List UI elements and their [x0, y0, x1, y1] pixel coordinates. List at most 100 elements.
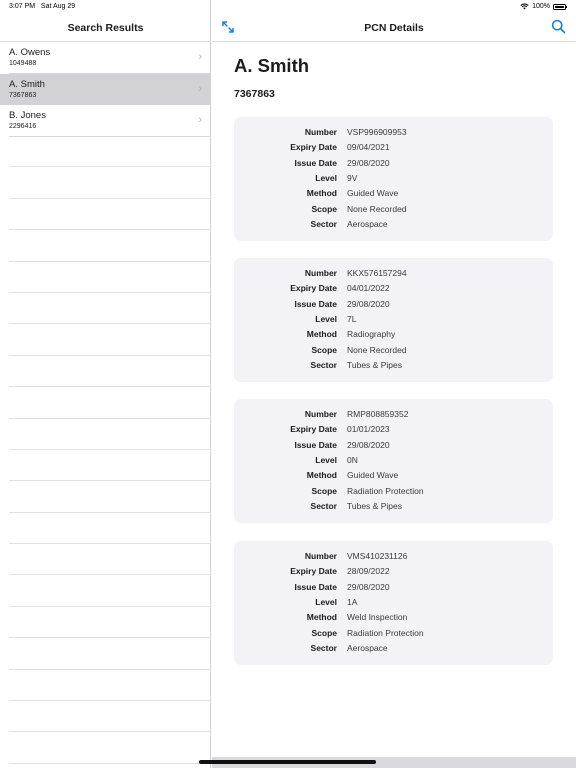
battery-percent: 100%: [532, 3, 550, 10]
list-separator: [9, 450, 211, 482]
field-scope: Scope Radiation Protection: [234, 628, 553, 642]
field-value: Weld Inspection: [347, 612, 408, 623]
field-label: Level: [315, 454, 337, 465]
field-scope: Scope None Recorded: [234, 345, 553, 359]
search-icon[interactable]: [551, 19, 566, 34]
status-time-date: 3:07 PM Sat Aug 29: [9, 3, 76, 10]
certificate-card: Number RMP808859352 Expiry Date 01/01/2023…: [234, 399, 553, 523]
chevron-right-icon: ›: [198, 82, 202, 95]
list-separator: [9, 167, 211, 199]
field-value: Aerospace: [347, 642, 388, 653]
field-value: VSP996909953: [347, 127, 407, 137]
field-label: Expiry Date: [290, 566, 337, 577]
field-label: Method: [306, 612, 337, 623]
field-value: Radiography: [347, 329, 396, 340]
field-sector: Sector Aerospace: [234, 643, 553, 657]
field-value: Radiation Protection: [347, 485, 424, 496]
list-separator: [9, 356, 211, 388]
field-value: 1A: [347, 596, 358, 607]
field-scope: Scope None Recorded: [234, 204, 553, 218]
field-value: VMS410231126: [347, 551, 408, 561]
field-label: Number: [304, 409, 337, 419]
search-results-list: A. Owens 1049488 › A. Smith 7367863 › B.…: [0, 42, 211, 137]
field-method: Method Guided Wave: [234, 470, 553, 484]
list-separator: [9, 419, 211, 450]
field-label: Scope: [311, 344, 337, 355]
field-level: Level 9V: [234, 173, 553, 187]
detail-title: PCN Details: [364, 22, 424, 34]
field-value: RMP808859352: [347, 409, 409, 419]
result-row-owens[interactable]: A. Owens 1049488 ›: [9, 42, 211, 74]
list-separator: [9, 638, 211, 670]
field-label: Sector: [310, 642, 337, 653]
field-value: KKX576157294: [347, 268, 407, 278]
field-method: Method Weld Inspection: [234, 612, 553, 626]
field-label: Method: [306, 470, 337, 481]
list-separator: [9, 544, 211, 576]
list-separator: [9, 513, 211, 545]
field-number: Number KKX576157294: [234, 268, 553, 282]
field-label: Issue Date: [294, 298, 337, 309]
field-label: Number: [304, 551, 337, 561]
empty-list-separators: [9, 136, 211, 764]
field-label: Level: [315, 172, 337, 183]
field-label: Sector: [310, 218, 337, 229]
chevron-right-icon: ›: [198, 114, 202, 126]
list-separator: [9, 670, 211, 702]
status-right: 100%: [520, 3, 567, 10]
field-label: Level: [315, 596, 337, 607]
result-name: A. Smith: [9, 78, 45, 90]
field-number: Number VSP996909953: [234, 127, 553, 141]
field-label: Issue Date: [294, 581, 337, 592]
field-label: Number: [304, 127, 337, 137]
list-separator: [9, 262, 211, 293]
field-sector: Sector Tubes & Pipes: [234, 360, 553, 374]
field-scope: Scope Radiation Protection: [234, 486, 553, 500]
field-expiry: Expiry Date 01/01/2023: [234, 424, 553, 438]
field-issue: Issue Date 29/08/2020: [234, 299, 553, 313]
field-label: Method: [306, 329, 337, 340]
field-level: Level 7L: [234, 314, 553, 328]
field-value: Tubes & Pipes: [347, 500, 402, 511]
field-level: Level 1A: [234, 597, 553, 611]
result-row-jones[interactable]: B. Jones 2296416 ›: [9, 105, 211, 137]
field-sector: Sector Aerospace: [234, 219, 553, 233]
field-label: Expiry Date: [290, 142, 337, 153]
field-issue: Issue Date 29/08/2020: [234, 440, 553, 454]
field-label: Scope: [311, 485, 337, 496]
field-value: 04/01/2022: [347, 283, 390, 294]
list-separator: [9, 575, 211, 607]
list-separator: [9, 481, 211, 513]
field-value: 29/08/2020: [347, 298, 390, 309]
field-value: 29/08/2020: [347, 581, 390, 592]
list-separator: [9, 136, 211, 168]
field-expiry: Expiry Date 04/01/2022: [234, 283, 553, 297]
battery-fill: [555, 5, 564, 8]
result-row-smith[interactable]: A. Smith 7367863 ›: [0, 73, 211, 105]
sidebar: Search Results A. Owens 1049488 › A. Smi…: [0, 0, 211, 768]
field-value: Aerospace: [347, 218, 388, 229]
wifi-icon: [520, 3, 529, 10]
result-id: 1049488: [9, 60, 37, 67]
sidebar-header: Search Results: [0, 14, 211, 42]
field-value: Radiation Protection: [347, 627, 424, 638]
field-label: Level: [315, 313, 337, 324]
field-label: Expiry Date: [290, 424, 337, 435]
certificate-card: Number VSP996909953 Expiry Date 09/04/2021…: [234, 117, 553, 241]
field-value: None Recorded: [347, 344, 407, 355]
field-label: Scope: [311, 203, 337, 214]
field-value: 7L: [347, 313, 357, 324]
field-number: Number RMP808859352: [234, 409, 553, 423]
field-value: Guided Wave: [347, 188, 399, 199]
certificate-card: Number KKX576157294 Expiry Date 04/01/2022…: [234, 258, 553, 382]
home-indicator[interactable]: [199, 760, 376, 764]
field-value: 29/08/2020: [347, 439, 390, 450]
field-label: Issue Date: [294, 439, 337, 450]
result-id: 7367863: [9, 91, 37, 99]
person-name: A. Smith: [234, 55, 310, 76]
list-separator: [9, 199, 211, 231]
field-label: Issue Date: [294, 157, 337, 168]
field-value: 09/04/2021: [347, 142, 390, 153]
field-value: Guided Wave: [347, 470, 399, 481]
status-bar: 3:07 PM Sat Aug 29 100%: [0, 0, 576, 14]
